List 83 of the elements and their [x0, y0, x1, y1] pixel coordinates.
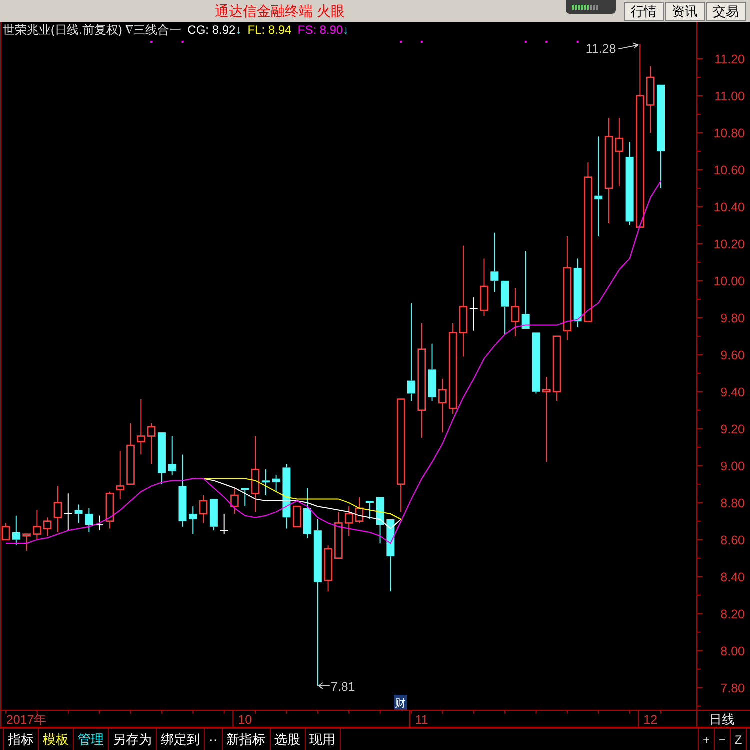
- candlestick: [574, 258, 582, 328]
- axis-label: 9.60: [720, 348, 745, 362]
- candlestick: [147, 422, 156, 465]
- toolbar-button[interactable]: 指标: [3, 729, 39, 750]
- candlestick: [189, 506, 198, 535]
- candlestick: [33, 510, 42, 540]
- candlestick: [85, 508, 94, 533]
- candlestick: [282, 464, 291, 530]
- menu-button[interactable]: 交易: [706, 2, 746, 20]
- leader-arrow: [618, 42, 640, 50]
- candlestick: [501, 280, 510, 336]
- axis-label: 10.40: [714, 200, 745, 214]
- low-price-label: 7.81: [330, 680, 356, 694]
- trend-arrow: ↓: [236, 23, 242, 38]
- axis-label: 9.80: [720, 311, 745, 326]
- trend-arrow: ↓: [343, 23, 350, 38]
- candlestick: [74, 504, 83, 524]
- axis-label: 8.20: [720, 607, 745, 622]
- candlestick: [511, 288, 520, 337]
- axis-label: 2017年: [6, 713, 48, 727]
- candlestick: [12, 515, 20, 546]
- candlestick: [355, 496, 364, 524]
- axis-label: 11: [415, 713, 428, 727]
- axis-label: 8.60: [720, 533, 745, 548]
- candlestick: [210, 498, 218, 532]
- high-price-label: 11.28: [586, 42, 616, 56]
- candlestick: [126, 422, 135, 486]
- candlestick: [54, 486, 62, 533]
- candlestick: [490, 232, 499, 293]
- candlestick: [344, 506, 354, 537]
- axis-label: 10.00: [714, 274, 745, 288]
- candlestick: [438, 378, 447, 434]
- period-label: 日线: [709, 712, 735, 727]
- candlestick: [230, 488, 239, 514]
- candlestick: [168, 436, 176, 476]
- axis-label: 10: [238, 713, 252, 727]
- candlestick: [158, 432, 166, 485]
- candlestick: [137, 398, 146, 456]
- status-meter-drawing: [566, 0, 616, 14]
- axis-label: 7.80: [720, 681, 745, 696]
- candlestick: [552, 336, 562, 402]
- candlestick: [324, 544, 332, 592]
- candlestick: [615, 118, 624, 188]
- menu-button[interactable]: 资讯: [665, 2, 705, 20]
- candlestick: [646, 66, 655, 134]
- axis-label: 12: [644, 713, 658, 727]
- legend-value: CG: 8.92: [188, 23, 236, 38]
- candlestick: [22, 534, 31, 552]
- candlestick: [2, 522, 10, 540]
- axis-label: 9.00: [720, 459, 745, 474]
- menu-button[interactable]: 行情: [624, 2, 664, 20]
- axis-label: 9.40: [720, 385, 745, 400]
- candlestick: [480, 258, 488, 317]
- axis-label: 8.40: [720, 570, 745, 584]
- candlestick: [334, 512, 343, 559]
- legend-value: FS: 8.90: [298, 23, 344, 38]
- candlestick: [241, 488, 250, 508]
- candlestick: [199, 494, 208, 524]
- axis-label: 11.00: [714, 89, 745, 104]
- window-title: 通达信金融终端 火眼: [215, 2, 345, 20]
- legend-value: FL: 8.94: [248, 23, 292, 38]
- candlestick: [116, 450, 125, 500]
- chart-title: 世荣兆业(日线.前复权) ∇三线合一: [3, 23, 182, 38]
- axis-label: 10.20: [714, 237, 745, 252]
- candlestick: [532, 332, 540, 394]
- candlestick: [272, 474, 280, 492]
- candlestick: [262, 469, 270, 496]
- axis-label: 8.00: [720, 644, 745, 658]
- axis-label: 11.20: [714, 52, 745, 66]
- candlestick: [366, 500, 374, 520]
- candlestick: [292, 506, 302, 528]
- candlestick: [376, 496, 384, 544]
- axis-label: 9.20: [720, 422, 745, 436]
- axis-label: 8.80: [720, 496, 745, 510]
- candlestick: [304, 488, 312, 538]
- event-badge[interactable]: 财: [394, 695, 408, 710]
- axis-label: 10.60: [714, 163, 745, 178]
- candlestick: [43, 517, 52, 537]
- candlestick: [220, 513, 229, 535]
- axis-label: 10.80: [714, 126, 745, 140]
- candlestick: [428, 343, 436, 402]
- candlestick: [64, 493, 73, 532]
- leader-arrow: [318, 682, 330, 690]
